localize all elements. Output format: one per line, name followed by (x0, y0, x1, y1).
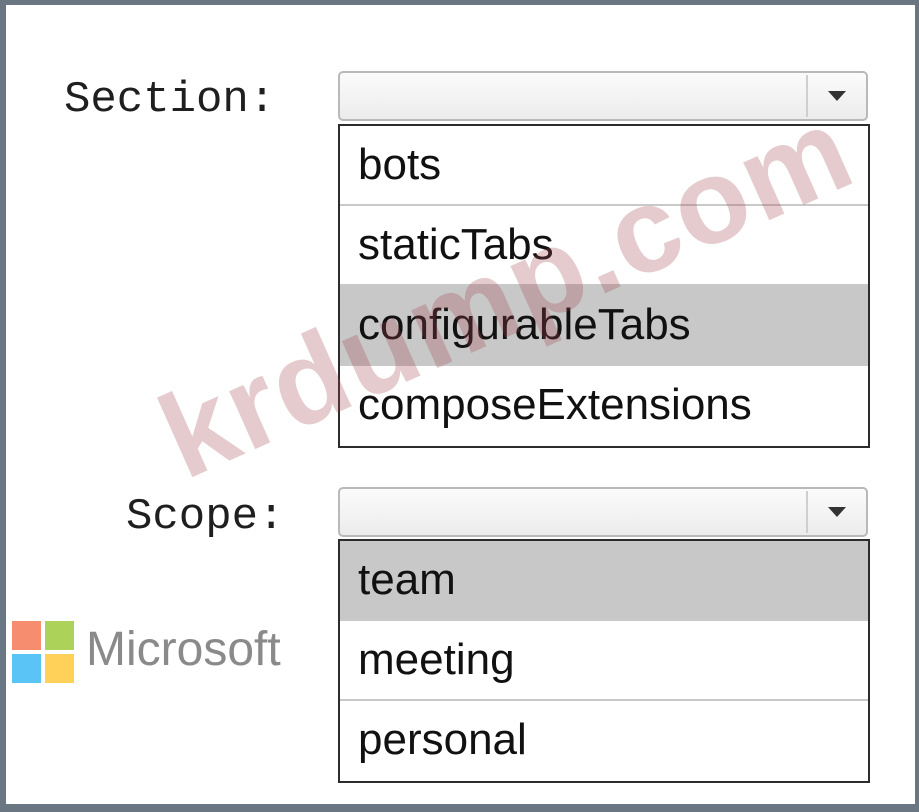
dropdown-divider (806, 75, 808, 117)
microsoft-logo-icon (12, 621, 74, 683)
scope-dropdown[interactable] (338, 487, 868, 537)
chevron-down-icon[interactable] (822, 501, 852, 523)
section-label: Section: (64, 75, 276, 125)
section-dropdown[interactable] (338, 71, 868, 121)
section-option-composeextensions[interactable]: composeExtensions (340, 366, 868, 446)
dropdown-divider (806, 491, 808, 533)
scope-option-personal[interactable]: personal (340, 701, 868, 781)
scope-label: Scope: (126, 492, 285, 542)
section-option-statictabs[interactable]: staticTabs (340, 206, 868, 286)
microsoft-brand-text: Microsoft (86, 623, 281, 676)
scope-options-list: team meeting personal (338, 539, 870, 783)
section-option-bots[interactable]: bots (340, 126, 868, 206)
scope-option-meeting[interactable]: meeting (340, 621, 868, 701)
scope-option-team[interactable]: team (340, 541, 868, 621)
chevron-down-icon[interactable] (822, 85, 852, 107)
section-option-configurabletabs[interactable]: configurableTabs (340, 286, 868, 366)
section-options-list: bots staticTabs configurableTabs compose… (338, 124, 870, 448)
